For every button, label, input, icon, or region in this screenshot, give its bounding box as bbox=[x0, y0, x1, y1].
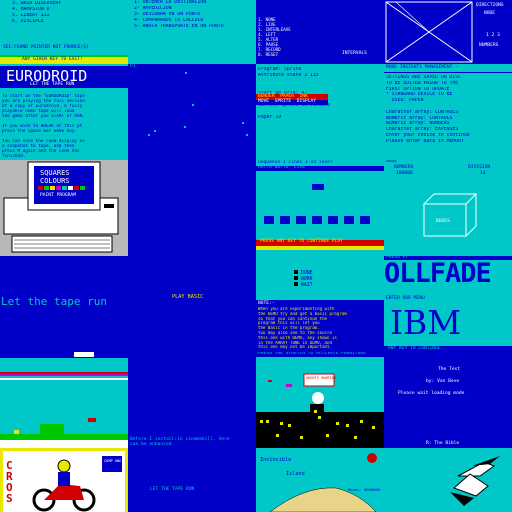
blue-row-text: MOVE SPRITE DISPLAY bbox=[258, 99, 317, 104]
star bbox=[148, 134, 150, 136]
tile-logos: PRESS Fl OLLFADE ENTER OUR MENU IBM ANY … bbox=[384, 256, 512, 352]
star bbox=[185, 72, 187, 74]
instruction-line: finished. bbox=[2, 154, 26, 159]
tape-run-caption: LET THE TAPE RUN bbox=[150, 487, 195, 492]
screenshot-grid: 3. GRID DISCOVERY 4. HAMPSTON D 5. LIBER… bbox=[0, 0, 512, 512]
ollfade-logo: OLLFADE bbox=[384, 258, 492, 289]
tile-text-note: Before I install:in cinemakill, here can… bbox=[128, 352, 256, 448]
tile-wireframe: DIRECTIONS NODE 1 2 3 NUMBERS bbox=[384, 0, 512, 64]
island-title-1: Invincible bbox=[260, 457, 292, 463]
star bbox=[154, 130, 156, 132]
screen-caption: PAINT PROGRAM bbox=[40, 193, 76, 198]
box-graphic bbox=[422, 193, 478, 237]
tile-cross: CROS COMP ONE bbox=[0, 448, 128, 512]
tile-management: MORE INSIGHTS MANAGEMENT - SETTINGS ARE … bbox=[384, 64, 512, 160]
tile-options: Program: Sprite Attribute state 3 115 St… bbox=[256, 64, 384, 160]
tile-keys: 1. NONE 2. LIVE 3. INTERLEAVE 4. LEFT 5.… bbox=[256, 0, 384, 64]
key-item[interactable]: 8. RESET bbox=[258, 52, 291, 57]
intervals-label: INTERVALS bbox=[342, 51, 367, 56]
tile-tape-text: Let the tape run bbox=[0, 256, 128, 352]
exit-prompt[interactable]: ANY GIVEN KEY TO EXIT! bbox=[22, 57, 83, 63]
tile-computer: SQUARES COLOURS PAINT PROGRAM bbox=[0, 160, 128, 256]
city-skyline bbox=[256, 373, 384, 448]
note-title: NOTE:- bbox=[258, 301, 275, 306]
tile-blank-1 bbox=[128, 160, 256, 256]
tile-space: P1 bbox=[128, 64, 256, 160]
screen-subtitle: COLOURS bbox=[40, 177, 70, 185]
numbers-row: 1 2 3 bbox=[486, 33, 500, 38]
intro-footer: R: The Bible bbox=[426, 441, 460, 446]
menu3-item-wait[interactable]: WAIT bbox=[294, 282, 313, 288]
tile-blank-2: LET THE TAPE RUN bbox=[128, 448, 256, 512]
tile-city: PRESS THE STRETCH TO ACTIVATE FURNITURE … bbox=[256, 352, 384, 448]
menu-option[interactable]: 5- ANOTA TRANSPORTE EN UN PUNTO bbox=[134, 24, 224, 30]
tile-bird bbox=[384, 448, 512, 512]
intro-author: by: Van Bove bbox=[426, 379, 460, 384]
tile-intro: The Test by: Van Bove Please wait loadin… bbox=[384, 352, 512, 448]
title-subtitle: LET THE TAPE RUN bbox=[30, 82, 75, 87]
tile-island: Invincible Island Money: 0000000 bbox=[256, 448, 384, 512]
player-label: P1 bbox=[130, 64, 136, 69]
tile-eurodroid: EURODROID LET THE TAPE RUN To start on t… bbox=[0, 64, 128, 160]
bird-icon bbox=[450, 456, 500, 506]
numbers-label: NUMBERS bbox=[479, 43, 499, 48]
divider bbox=[384, 72, 512, 73]
directions-label: DIRECTIONS bbox=[476, 3, 504, 8]
strip-red-text: PRESS ANY KEY TO CONTINUE PLAY bbox=[260, 239, 343, 244]
island-title-2: Island bbox=[286, 471, 305, 477]
tile-game bbox=[0, 352, 128, 448]
star bbox=[242, 122, 244, 124]
play-basic-label: PLAY BASIC bbox=[172, 294, 204, 300]
comp-badge-text: COMP ONE bbox=[104, 459, 122, 463]
island-score: Money: 0000000 bbox=[348, 487, 381, 492]
info-text: SEC:FOUND POINTER NOT FRANCE(S) bbox=[3, 45, 89, 50]
note-line: this one may not be important. bbox=[258, 345, 332, 350]
option-line: Paper 19 bbox=[258, 115, 282, 120]
mgmt-title: MORE INSIGHTS MANAGEMENT - bbox=[386, 65, 458, 70]
tile-play: PLAY BASIC bbox=[128, 256, 256, 352]
tile-menu-3: DONE WORK WAIT NOTE:- When you are exper… bbox=[256, 256, 384, 352]
star bbox=[192, 104, 194, 106]
ibm-logo: IBM bbox=[390, 303, 462, 342]
city-sign: GHOSTS HUNTING bbox=[306, 376, 337, 380]
tile-sprite-strip: Sequence 1 lines 1-15 level Hello world:… bbox=[256, 160, 384, 256]
menu-item[interactable]: 6. DISCIPLE bbox=[12, 19, 61, 25]
node-label: NODE bbox=[484, 11, 496, 16]
logo-caption-2: ENTER OUR MENU bbox=[386, 296, 425, 301]
screen-title: SQUARES bbox=[40, 169, 70, 177]
note-text-2: can be enhanced bbox=[130, 442, 172, 447]
intro-loading: Please wait loading mode bbox=[398, 391, 465, 396]
star bbox=[246, 134, 248, 136]
star bbox=[184, 126, 186, 128]
wireframe-graphic bbox=[385, 1, 473, 63]
intro-title: The Test bbox=[438, 367, 461, 372]
game-scene bbox=[0, 352, 128, 448]
tape-run-message: Let the tape run bbox=[1, 295, 107, 308]
tile-measure: NODE NUMBERS 100000 DIVISION 14 BOXES bbox=[384, 160, 512, 256]
logo-continue[interactable]: ANY KEY TO CONTINUE bbox=[388, 346, 441, 352]
tile-menu-2: 1- OBTENER LA DESTINACION 2- AMPEDICION … bbox=[128, 0, 256, 64]
mgmt-line: Please enter data in MEMORY bbox=[386, 138, 464, 144]
tile-menu-1: 3. GRID DISCOVERY 4. HAMPSTON D 5. LIBER… bbox=[0, 0, 128, 64]
box-label: BOXES bbox=[436, 219, 450, 224]
